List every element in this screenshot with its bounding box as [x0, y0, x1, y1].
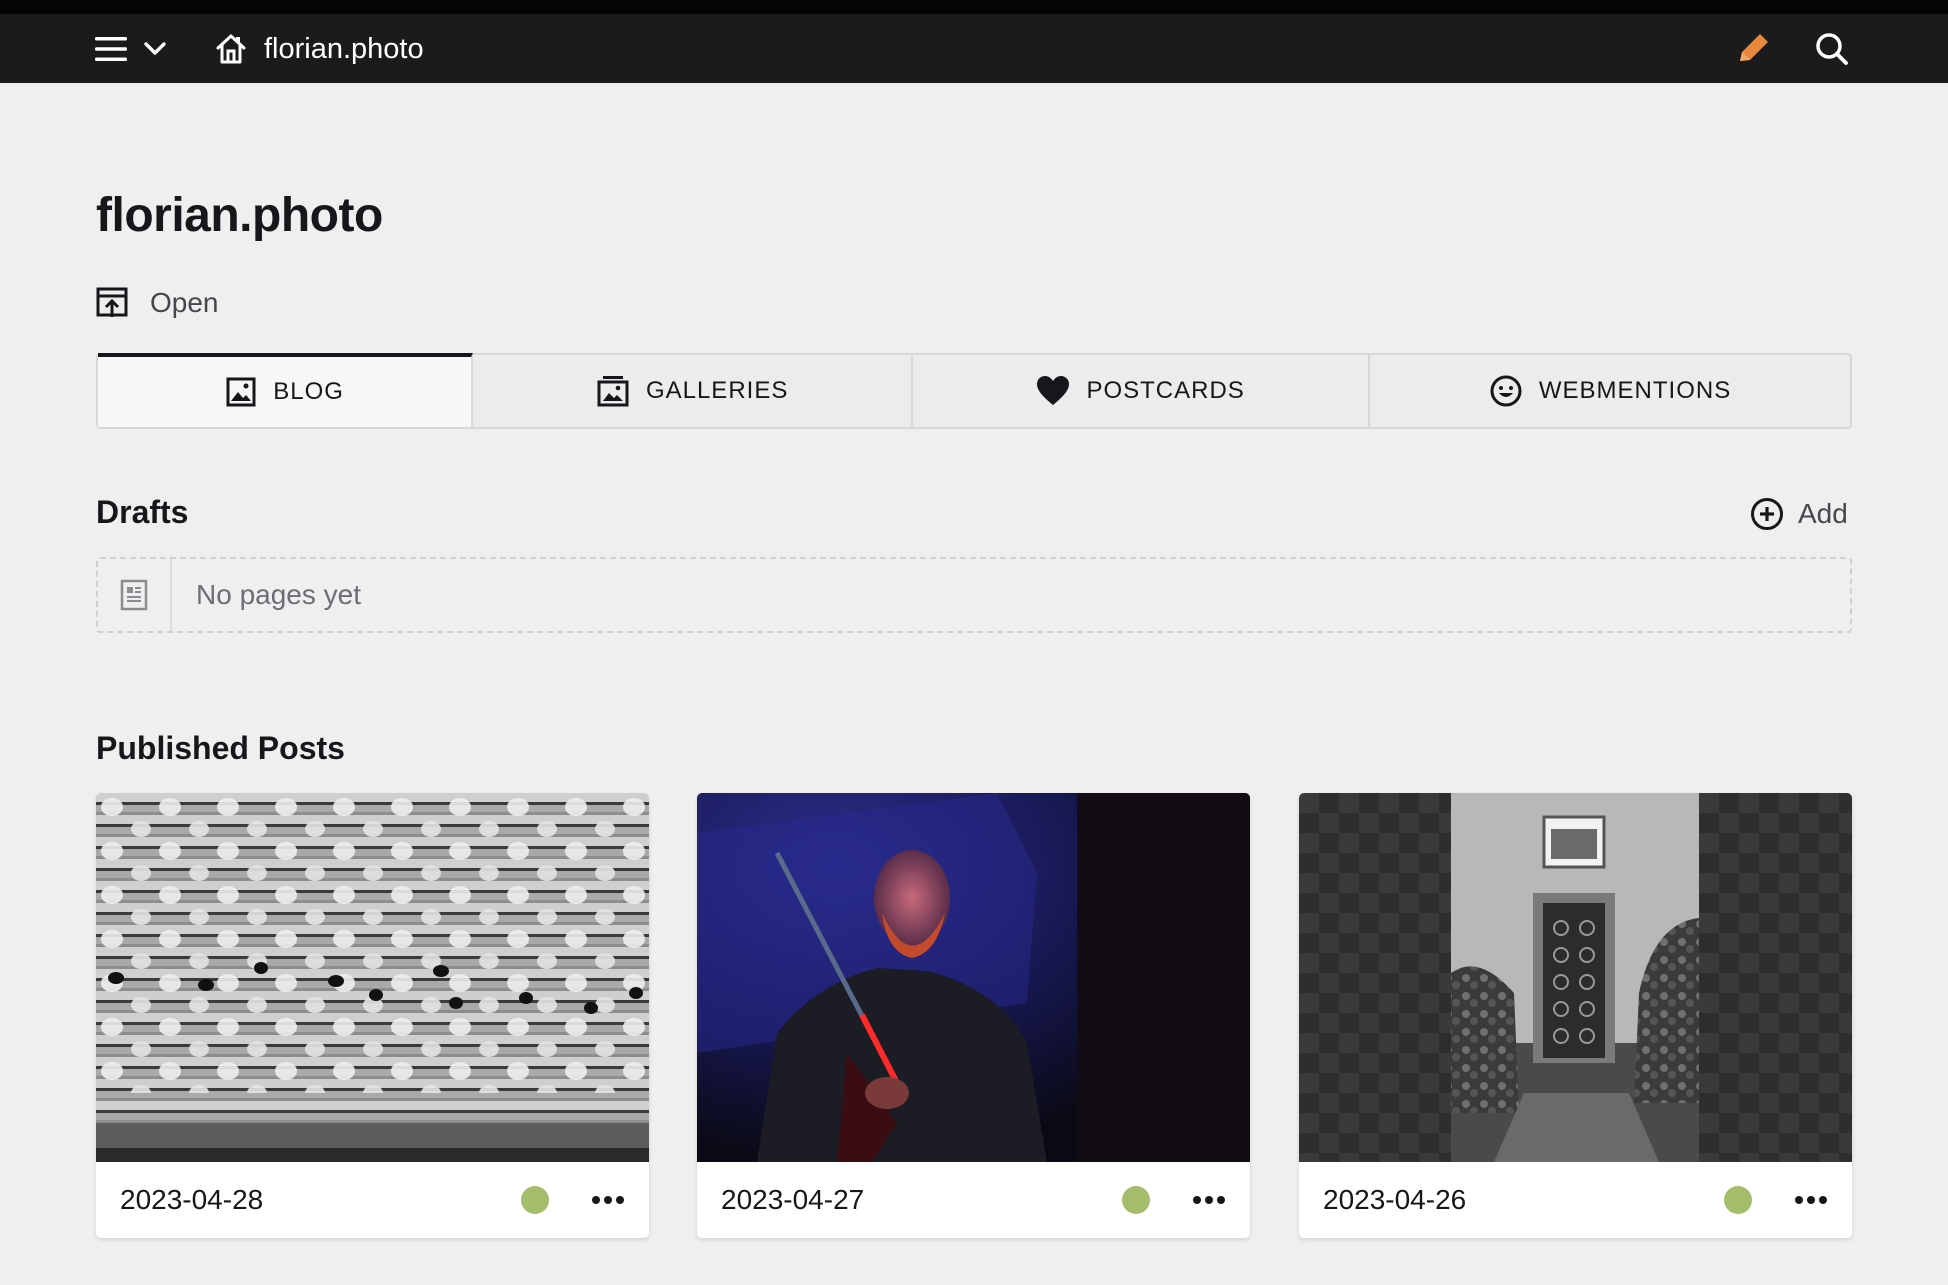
- post-card[interactable]: 2023-04-26: [1299, 793, 1852, 1238]
- status-published-icon[interactable]: [521, 1186, 549, 1214]
- post-date: 2023-04-26: [1323, 1184, 1467, 1215]
- hamburger-icon: [95, 37, 127, 61]
- tab-postcards[interactable]: POSTCARDS: [913, 355, 1371, 427]
- search-button[interactable]: [1812, 25, 1852, 73]
- status-published-icon[interactable]: [1122, 1186, 1150, 1214]
- add-draft-button[interactable]: Add: [1750, 494, 1848, 534]
- post-card-footer: 2023-04-26: [1299, 1162, 1852, 1238]
- home-icon: [216, 34, 246, 64]
- tab-galleries[interactable]: GALLERIES: [473, 355, 914, 427]
- more-dots-icon: [1193, 1196, 1225, 1204]
- post-card-footer: 2023-04-27: [697, 1162, 1250, 1238]
- tab-label: BLOG: [273, 378, 344, 405]
- top-bar: florian.photo: [0, 0, 1948, 83]
- site-name: florian.photo: [264, 32, 424, 65]
- post-options-button[interactable]: [1192, 1195, 1226, 1205]
- post-options-button[interactable]: [591, 1195, 625, 1205]
- smiley-icon: [1490, 375, 1522, 407]
- image-icon: [226, 377, 256, 407]
- tab-label: POSTCARDS: [1086, 377, 1245, 404]
- open-label: Open: [150, 287, 219, 318]
- tab-blog[interactable]: BLOG: [98, 353, 474, 427]
- post-date: 2023-04-28: [120, 1184, 264, 1215]
- menu-button[interactable]: [94, 25, 166, 73]
- tab-label: WEBMENTIONS: [1538, 377, 1732, 404]
- add-label: Add: [1798, 498, 1848, 529]
- post-thumbnail: [1299, 793, 1852, 1162]
- empty-message: No pages yet: [196, 579, 361, 610]
- published-heading: Published Posts: [96, 730, 345, 766]
- empty-icon-cell: [98, 559, 172, 631]
- post-options-button[interactable]: [1794, 1195, 1828, 1205]
- page-icon: [120, 579, 148, 611]
- tab-webmentions[interactable]: WEBMENTIONS: [1370, 355, 1850, 427]
- post-thumbnail: [697, 793, 1250, 1162]
- search-icon: [1816, 33, 1848, 65]
- post-card[interactable]: 2023-04-28: [96, 793, 649, 1238]
- tab-label: GALLERIES: [645, 377, 789, 404]
- post-card[interactable]: 2023-04-27: [697, 793, 1250, 1238]
- chevron-down-icon: [144, 42, 166, 55]
- heart-icon: [1037, 376, 1070, 405]
- post-card-footer: 2023-04-28: [96, 1162, 649, 1238]
- published-posts-grid: 2023-04-28 2023-04-27 2023-04-26: [96, 793, 1852, 1238]
- post-thumbnail: [96, 793, 649, 1162]
- post-date: 2023-04-27: [721, 1184, 865, 1215]
- open-site-link[interactable]: Open: [96, 283, 219, 323]
- drafts-heading: Drafts: [96, 494, 189, 530]
- status-published-icon[interactable]: [1724, 1186, 1752, 1214]
- page-title: florian.photo: [96, 189, 383, 242]
- section-tabs: BLOG GALLERIES POSTCARDS WEBMENTIONS: [96, 353, 1852, 429]
- gallery-icon: [597, 376, 629, 407]
- edit-button[interactable]: [1732, 25, 1774, 73]
- site-home-link[interactable]: florian.photo: [214, 25, 424, 73]
- open-external-icon: [96, 287, 128, 317]
- more-dots-icon: [1795, 1196, 1827, 1204]
- plus-circle-icon: [1751, 498, 1783, 530]
- more-dots-icon: [592, 1196, 624, 1204]
- drafts-empty-state: No pages yet: [96, 557, 1852, 633]
- pencil-icon: [1740, 34, 1768, 61]
